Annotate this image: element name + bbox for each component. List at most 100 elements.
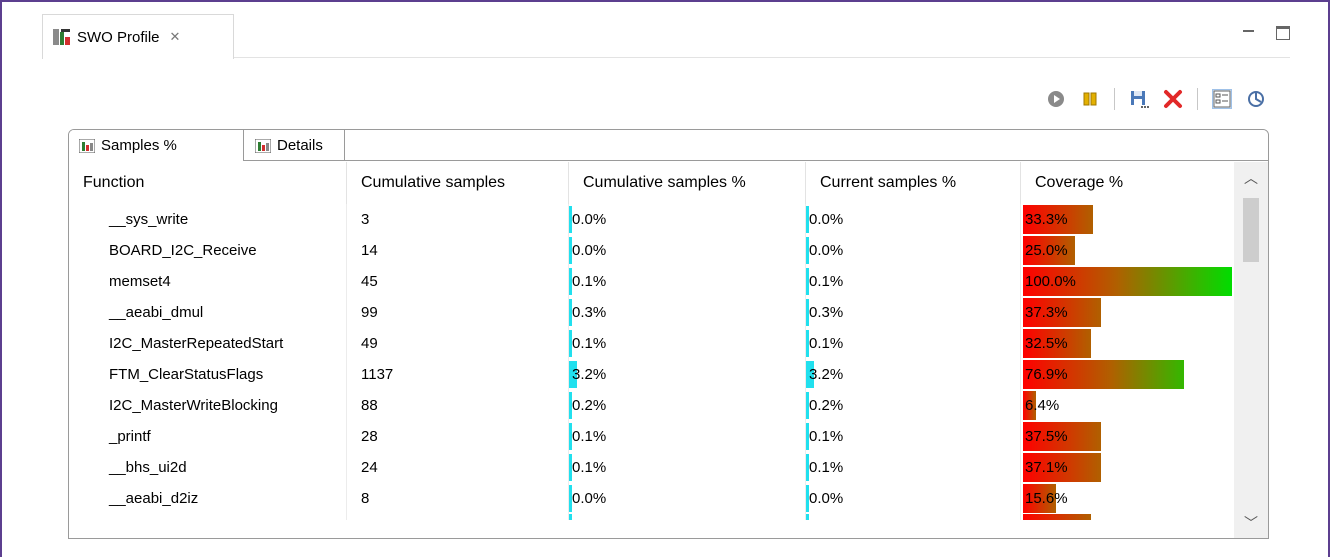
cell-text: 0.0% <box>572 242 607 259</box>
cell-coverage-percent: 32.5% <box>1021 328 1234 359</box>
cell-cumulative-samples: 8 <box>347 483 569 514</box>
table-row[interactable]: I2C_MasterRepeatedStart 49 0.1% 0.1% 32.5% <box>69 328 1234 359</box>
cell-cumulative-samples: 28 <box>347 421 569 452</box>
cell-current-samples-percent: 0.0% <box>806 483 1021 514</box>
cell-coverage-percent: 33.3% <box>1021 204 1234 235</box>
vertical-scrollbar[interactable]: ︿ ﹀ <box>1234 162 1268 538</box>
tab-label: Details <box>277 137 323 154</box>
cell-text: 0.1% <box>809 273 844 290</box>
start-icon[interactable] <box>1046 89 1066 109</box>
swo-profile-icon <box>53 28 71 46</box>
cell-cumulative-samples <box>347 514 569 520</box>
column-header-cumulative-samples[interactable]: Cumulative samples <box>347 162 569 204</box>
cell-cumulative-samples: 49 <box>347 328 569 359</box>
cell-text: 0.1% <box>572 273 607 290</box>
cell-cumulative-samples-percent: 0.2% <box>569 390 806 421</box>
cell-coverage-percent: 25.0% <box>1021 235 1234 266</box>
sample-bar <box>806 514 809 520</box>
minimize-icon[interactable] <box>1243 30 1254 36</box>
maximize-icon[interactable] <box>1276 26 1290 40</box>
table-row[interactable]: __aeabi_dmul 99 0.3% 0.3% 37.3% <box>69 297 1234 328</box>
cell-text: 0.0% <box>809 242 844 259</box>
cell-function: I2C_MasterRepeatedStart <box>69 328 347 359</box>
toolbar <box>1046 88 1266 110</box>
cell-text: 76.9% <box>1025 366 1068 383</box>
cell-cumulative-samples: 14 <box>347 235 569 266</box>
cell-current-samples-percent: 0.3% <box>806 297 1021 328</box>
cell-coverage-percent: 6.4% <box>1021 390 1234 421</box>
cell-text: 25.0% <box>1025 242 1068 259</box>
cell-function: __aeabi_dmul <box>69 297 347 328</box>
cell-text: 0.3% <box>572 304 607 321</box>
cell-current-samples-percent: 0.2% <box>806 390 1021 421</box>
cell-cumulative-samples-percent: 0.0% <box>569 235 806 266</box>
table-row[interactable]: FTM_ClearStatusFlags 1137 3.2% 3.2% 76.9% <box>69 359 1234 390</box>
cell-text: 32.5% <box>1025 335 1068 352</box>
cell-text: 0.1% <box>809 428 844 445</box>
cell-text: 0.0% <box>572 490 607 507</box>
cell-text: 0.1% <box>572 335 607 352</box>
cell-text: 0.2% <box>572 397 607 414</box>
cell-function: I2C_MasterWriteBlocking <box>69 390 347 421</box>
samples-table: Function Cumulative samples Cumulative s… <box>69 162 1234 520</box>
cell-text: 0.3% <box>809 304 844 321</box>
scroll-up-icon[interactable]: ︿ <box>1234 168 1268 190</box>
table-row[interactable]: BOARD_I2C_Receive 14 0.0% 0.0% 25.0% <box>69 235 1234 266</box>
cell-cumulative-samples: 88 <box>347 390 569 421</box>
table-row[interactable]: __bhs_ui2d 24 0.1% 0.1% 37.1% <box>69 452 1234 483</box>
table-row[interactable]: memset4 45 0.1% 0.1% 100.0% <box>69 266 1234 297</box>
cell-function: BOARD_I2C_Receive <box>69 235 347 266</box>
pause-icon[interactable] <box>1080 89 1100 109</box>
toolbar-separator <box>1114 88 1115 110</box>
cell-coverage-percent: 15.6% <box>1021 483 1234 514</box>
column-header-function[interactable]: Function <box>69 162 347 204</box>
cell-function: __bhs_ui2d <box>69 452 347 483</box>
cell-text: 6.4% <box>1025 397 1060 414</box>
cell-function: memset4 <box>69 266 347 297</box>
cell-text: 33.3% <box>1025 211 1068 228</box>
cell-cumulative-samples-percent: 0.1% <box>569 266 806 297</box>
column-header-coverage-percent[interactable]: Coverage % <box>1021 162 1234 204</box>
cell-text: 0.2% <box>809 397 844 414</box>
cell-function: FTM_ClearStatusFlags <box>69 359 347 390</box>
refresh-icon[interactable] <box>1246 89 1266 109</box>
cell-coverage-percent: 76.9% <box>1021 359 1234 390</box>
cell-text: 0.1% <box>572 428 607 445</box>
cell-text: 37.1% <box>1025 459 1068 476</box>
tab-label: Samples % <box>101 137 177 154</box>
cell-function: _printf <box>69 421 347 452</box>
toolbar-separator <box>1197 88 1198 110</box>
table-row[interactable]: I2C_MasterWriteBlocking 88 0.2% 0.2% 6.4% <box>69 390 1234 421</box>
cell-coverage-percent: 100.0% <box>1021 266 1234 297</box>
tab-details[interactable]: Details <box>245 130 345 161</box>
column-header-cumulative-samples-percent[interactable]: Cumulative samples % <box>569 162 806 204</box>
delete-icon[interactable] <box>1163 89 1183 109</box>
view-title: SWO Profile <box>77 28 160 46</box>
table-header: Function Cumulative samples Cumulative s… <box>69 162 1234 204</box>
cell-text: 3.2% <box>572 366 607 383</box>
table-row[interactable] <box>69 514 1234 520</box>
cell-text: 0.0% <box>809 490 844 507</box>
table-row[interactable]: _printf 28 0.1% 0.1% 37.5% <box>69 421 1234 452</box>
cell-cumulative-samples-percent: 0.1% <box>569 328 806 359</box>
view-tab-swo-profile[interactable]: SWO Profile ✕ <box>42 14 234 59</box>
cell-text: 37.5% <box>1025 428 1068 445</box>
cell-cumulative-samples-percent: 0.3% <box>569 297 806 328</box>
cell-cumulative-samples-percent: 0.0% <box>569 483 806 514</box>
cell-current-samples-percent: 0.1% <box>806 452 1021 483</box>
view-header: SWO Profile ✕ <box>42 14 1290 59</box>
cell-text: 0.0% <box>809 211 844 228</box>
close-icon[interactable]: ✕ <box>170 29 181 45</box>
layout-icon[interactable] <box>1212 89 1232 109</box>
cell-text: 15.6% <box>1025 490 1068 507</box>
column-header-current-samples-percent[interactable]: Current samples % <box>806 162 1021 204</box>
sample-bar <box>569 514 572 520</box>
table-row[interactable]: __sys_write 3 0.0% 0.0% 33.3% <box>69 204 1234 235</box>
tab-samples-percent[interactable]: Samples % <box>69 130 244 161</box>
scroll-down-icon[interactable]: ﹀ <box>1234 513 1268 535</box>
table-row[interactable]: __aeabi_d2iz 8 0.0% 0.0% 15.6% <box>69 483 1234 514</box>
cell-cumulative-samples-percent: 3.2% <box>569 359 806 390</box>
scrollbar-thumb[interactable] <box>1243 198 1259 262</box>
coverage-bar <box>1023 514 1091 520</box>
save-icon[interactable] <box>1129 89 1149 109</box>
